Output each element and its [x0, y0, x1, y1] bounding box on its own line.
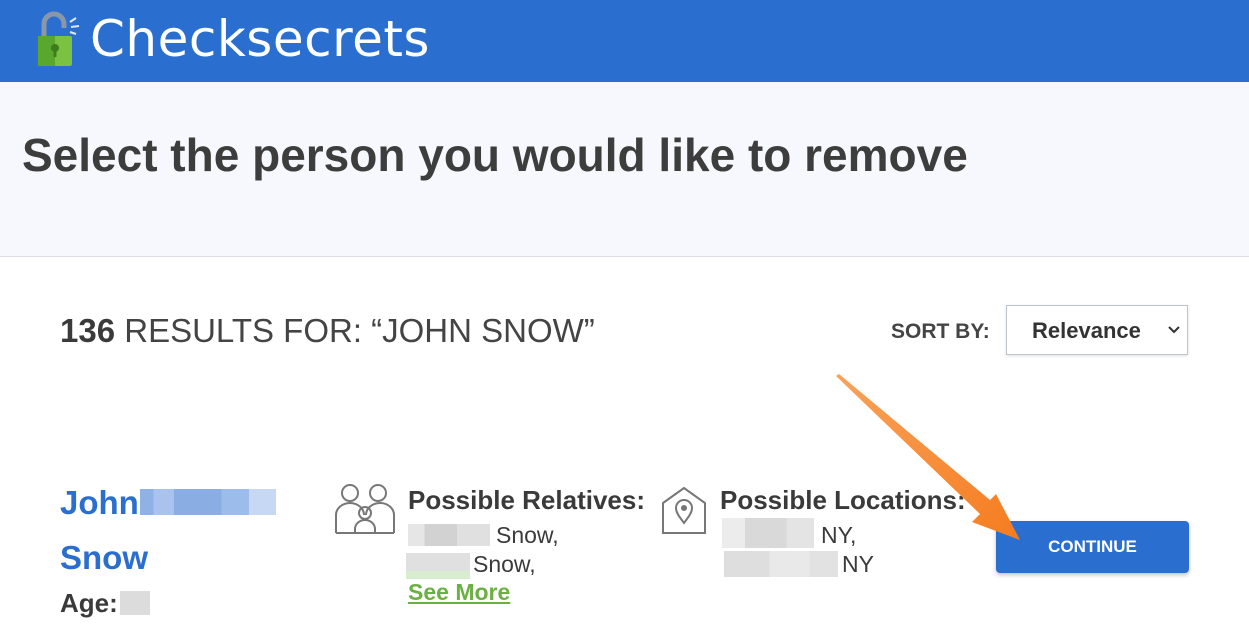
see-more-link[interactable]: See More	[408, 579, 510, 606]
redacted-name	[140, 489, 276, 515]
home-location-icon	[662, 486, 706, 534]
sort-selected-value: Relevance	[1032, 318, 1141, 343]
orange-arrow-annotation	[836, 374, 1020, 540]
redacted-age	[120, 591, 150, 615]
age-label: Age:	[60, 588, 118, 618]
sort-by-label: SORT BY:	[891, 320, 990, 343]
person-first-name[interactable]: John	[60, 483, 139, 523]
location-state: NY	[842, 551, 874, 577]
results-query-label: RESULTS FOR: “JOHN SNOW”	[124, 312, 595, 349]
site-header: Checksecrets	[0, 0, 1249, 82]
padlock-icon[interactable]	[36, 8, 82, 68]
redacted-location	[724, 551, 838, 577]
chevron-down-icon	[1168, 326, 1180, 334]
redacted-relative	[408, 524, 490, 546]
results-header: 136 RESULTS FOR: “JOHN SNOW” SORT BY: Re…	[0, 256, 1249, 406]
family-icon	[335, 484, 395, 534]
person-last-name[interactable]: Snow	[60, 538, 148, 578]
brand-name[interactable]: Checksecrets	[90, 6, 430, 72]
results-count: 136 RESULTS FOR: “JOHN SNOW”	[60, 309, 595, 353]
relative-surname: Snow,	[473, 551, 536, 577]
result-row: John Snow Age: Possible Relatives: Snow,…	[0, 405, 1249, 640]
redacted-location	[722, 518, 814, 548]
page-title: Select the person you would like to remo…	[22, 129, 968, 181]
relatives-heading: Possible Relatives:	[408, 485, 645, 515]
results-number: 136	[60, 312, 116, 349]
sort-select[interactable]: Relevance	[1006, 305, 1188, 355]
relative-surname: Snow,	[496, 522, 559, 548]
redacted-relative	[406, 553, 470, 579]
